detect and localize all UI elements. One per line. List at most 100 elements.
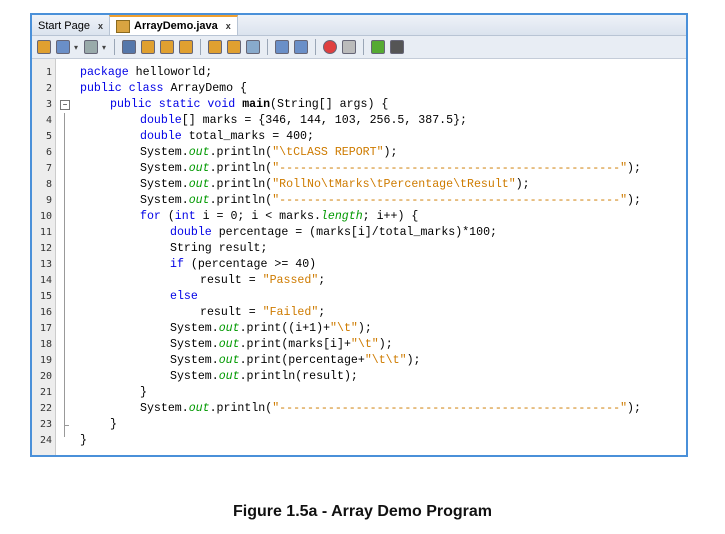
previous-bookmark-icon[interactable] <box>207 39 223 55</box>
code-token: System. <box>170 338 219 351</box>
code-token: System. <box>140 162 189 175</box>
code-token: .print(marks[i]+ <box>239 338 351 351</box>
line-number: 12 <box>39 243 52 254</box>
tab-start-page[interactable]: Start Page x <box>32 17 109 35</box>
code-token: .print(percentage+ <box>239 354 365 367</box>
code-token: "Failed" <box>262 306 319 319</box>
code-token: ); <box>627 402 641 415</box>
code-token: helloworld; <box>128 66 213 79</box>
code-token: out <box>188 402 210 415</box>
history-icon[interactable] <box>83 39 99 55</box>
code-token: public class <box>80 82 164 95</box>
code-token: length <box>320 210 363 223</box>
code-token: main <box>242 98 271 111</box>
code-token: out <box>218 370 240 383</box>
line-number: 23 <box>39 419 52 430</box>
code-line: double percentage = (marks[i]/total_mark… <box>170 225 497 241</box>
tab-arraydemo-java[interactable]: ArrayDemo.java x <box>109 15 238 35</box>
code-token: result = <box>200 274 263 287</box>
code-line: public static void main(String[] args) { <box>110 97 388 113</box>
line-number: 9 <box>45 195 52 206</box>
code-token: "\t" <box>330 322 358 335</box>
shift-right-icon[interactable] <box>293 39 309 55</box>
fold-line <box>64 113 65 437</box>
code-line: System.out.println("--------------------… <box>140 193 641 209</box>
find-next-icon[interactable] <box>159 39 175 55</box>
code-token: [] marks = {346, 144, 103, 256.5, 387.5}… <box>181 114 468 127</box>
line-number: 20 <box>39 371 52 382</box>
code-token: System. <box>170 370 219 383</box>
line-number: 17 <box>39 323 52 334</box>
code-line: result = "Passed"; <box>200 273 325 289</box>
code-line: } <box>140 385 147 401</box>
find-previous-icon[interactable] <box>140 39 156 55</box>
code-token: public static void <box>110 98 236 111</box>
code-line: } <box>80 433 87 449</box>
code-token: } <box>140 386 147 399</box>
stop-macro-icon[interactable] <box>341 39 357 55</box>
line-number: 4 <box>45 115 52 126</box>
shift-left-icon[interactable] <box>274 39 290 55</box>
dropdown-arrow-icon[interactable]: ▾ <box>74 43 80 52</box>
line-number: 19 <box>39 355 52 366</box>
code-token: "\t" <box>350 338 379 351</box>
code-token: "\t\t" <box>364 354 407 367</box>
start-macro-icon[interactable] <box>322 39 338 55</box>
line-number: 1 <box>45 67 52 78</box>
code-token: System. <box>140 402 189 415</box>
code-editor[interactable]: 1 2 3 4 5 6 7 8 9 10 11 12 13 14 15 16 17 18 19 20 21 22 23 24 … <box>32 59 686 455</box>
code-token: .println( <box>209 146 273 159</box>
code-line: package helloworld; <box>80 65 212 81</box>
close-icon[interactable]: x <box>98 21 103 31</box>
code-token: "---------------------------------------… <box>272 162 628 175</box>
line-number: 18 <box>39 339 52 350</box>
source-icon[interactable] <box>55 39 71 55</box>
code-token: "---------------------------------------… <box>272 402 628 415</box>
code-line: System.out.println("--------------------… <box>140 161 641 177</box>
find-icon[interactable] <box>121 39 137 55</box>
code-token: out <box>218 354 240 367</box>
code-token: ; <box>318 306 326 319</box>
code-token: package <box>80 66 129 79</box>
line-number: 16 <box>39 307 52 318</box>
code-token: out <box>188 162 210 175</box>
code-line: double total_marks = 400; <box>140 129 314 145</box>
code-token: System. <box>140 178 189 191</box>
code-token: .print((i+1)+ <box>239 322 331 335</box>
code-line: for (int i = 0; i < marks.length; i++) { <box>140 209 418 225</box>
dropdown-arrow-icon[interactable]: ▾ <box>102 43 108 52</box>
back-history-icon[interactable] <box>36 39 52 55</box>
code-token: (String[] args) { <box>270 98 389 111</box>
next-bookmark-icon[interactable] <box>226 39 242 55</box>
uncomment-icon[interactable] <box>389 39 405 55</box>
line-number: 6 <box>45 147 52 158</box>
code-token: "Passed" <box>262 274 319 287</box>
code-token: } <box>110 418 117 431</box>
line-number: 14 <box>39 275 52 286</box>
code-line: String result; <box>170 241 267 257</box>
toolbar-separator <box>200 39 201 55</box>
toolbar-separator <box>363 39 364 55</box>
code-token: ArrayDemo { <box>163 82 247 95</box>
code-token: int <box>174 210 196 223</box>
toggle-bookmark-icon[interactable] <box>245 39 261 55</box>
comment-icon[interactable] <box>370 39 386 55</box>
close-icon[interactable]: x <box>226 21 231 31</box>
line-number: 8 <box>45 179 52 190</box>
code-line: double[] marks = {346, 144, 103, 256.5, … <box>140 113 467 129</box>
code-token: .println(result); <box>239 370 358 383</box>
code-token: percentage = (marks[i]/total_marks)*100; <box>211 226 498 239</box>
fold-margin <box>56 59 68 455</box>
code-token: ); <box>383 146 398 159</box>
toggle-highlight-icon[interactable] <box>178 39 194 55</box>
code-token: System. <box>170 354 219 367</box>
code-token: ); <box>357 322 372 335</box>
line-number: 24 <box>39 435 52 446</box>
line-number: 22 <box>39 403 52 414</box>
line-number: 21 <box>39 387 52 398</box>
line-number-gutter: 1 2 3 4 5 6 7 8 9 10 11 12 13 14 15 16 17 18 19 20 21 22 23 24 <box>32 59 56 455</box>
fold-collapse-icon[interactable]: − <box>60 100 70 110</box>
line-number: 2 <box>45 83 52 94</box>
code-token: ( <box>160 210 175 223</box>
code-token: .println( <box>209 178 273 191</box>
